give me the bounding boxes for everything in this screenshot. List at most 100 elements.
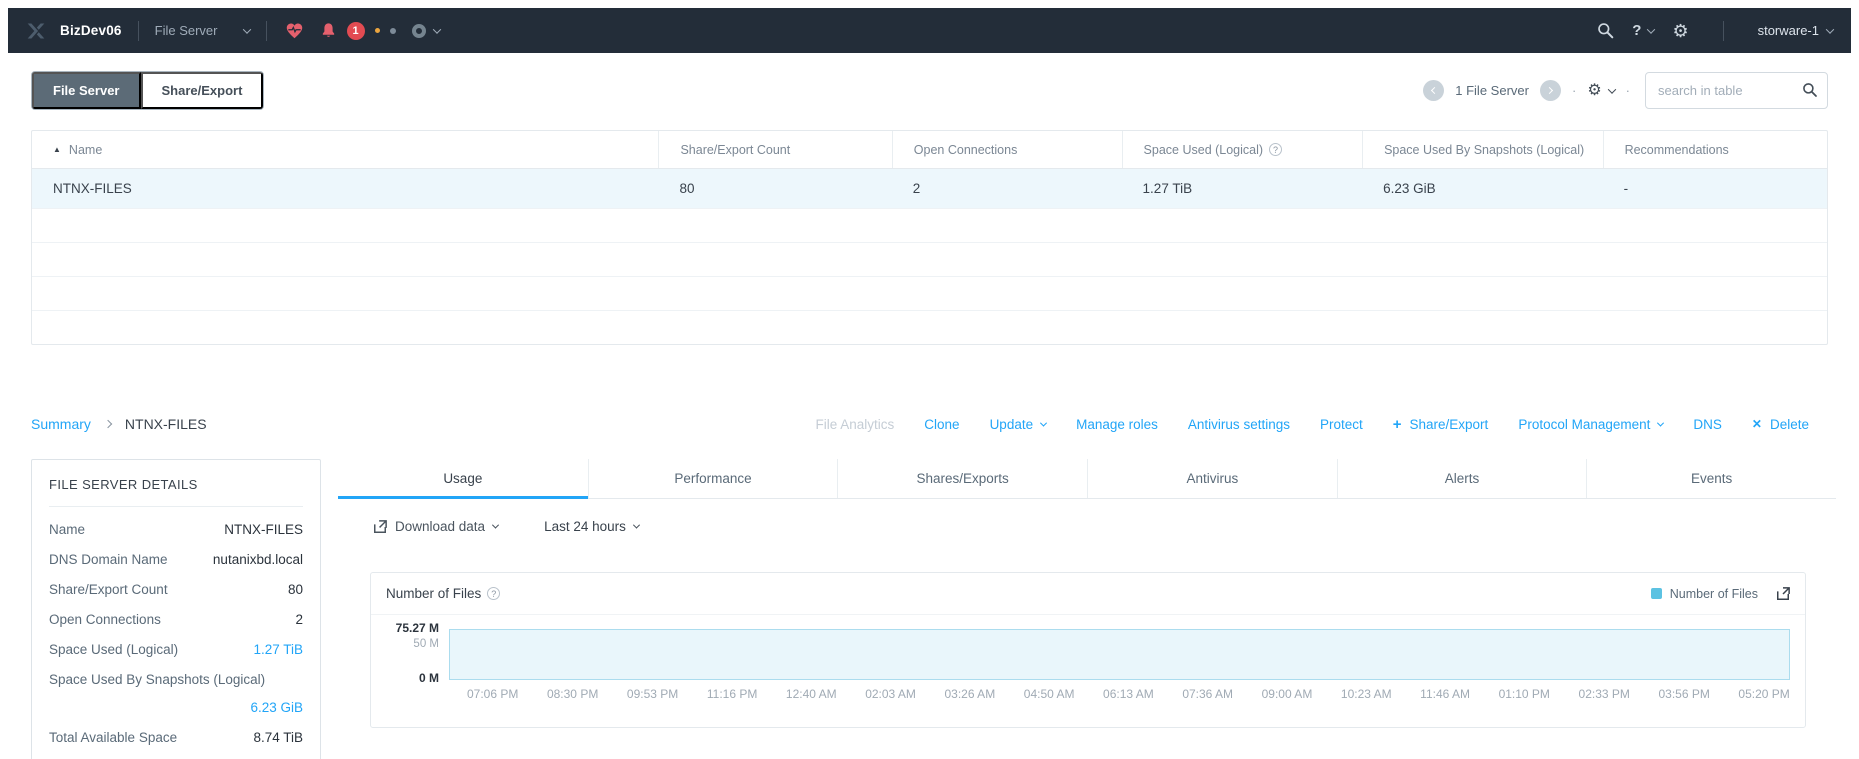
table-settings-menu[interactable]: ⚙ (1587, 81, 1616, 99)
tab-file-server[interactable]: File Server (32, 72, 141, 109)
download-export-icon (374, 519, 387, 533)
column-header-share-export-count[interactable]: Share/Export Count (658, 131, 891, 168)
tab-shares-exports[interactable]: Shares/Exports (837, 459, 1087, 498)
detail-section: FILE SERVER DETAILS Name NTNX-FILES DNS … (8, 459, 1851, 759)
table-search (1645, 72, 1828, 109)
top-navbar: BizDev06 File Server 1 ? ⚙ storware-1 (8, 8, 1851, 53)
snapshot-space-link[interactable]: 6.23 GiB (49, 700, 303, 715)
legend-swatch (1650, 588, 1662, 599)
y-tick-max: 75.27 M (395, 621, 439, 635)
help-menu[interactable]: ? (1632, 22, 1656, 39)
info-dot-icon[interactable] (389, 27, 396, 34)
tab-share-export[interactable]: Share/Export (140, 72, 264, 109)
view-switcher: File Server Share/Export (31, 71, 265, 110)
settings-gear-icon[interactable]: ⚙ (1672, 22, 1688, 40)
search-icon[interactable] (1597, 22, 1614, 39)
cell-space-used: 1.27 TiB (1142, 181, 1193, 196)
entity-menu[interactable]: File Server (154, 23, 251, 38)
chevron-down-icon (632, 521, 640, 529)
cell-share-export-count: 80 (679, 181, 695, 196)
help-icon: ? (1269, 143, 1283, 156)
column-header-recommendations[interactable]: Recommendations (1602, 131, 1827, 168)
alert-count-badge[interactable]: 1 (346, 21, 365, 40)
empty-table-row (32, 276, 1827, 310)
chart-plot-area[interactable] (449, 627, 1790, 680)
action-file-analytics[interactable]: File Analytics (816, 417, 895, 432)
entity-count: 1 File Server (1455, 83, 1529, 98)
chevron-down-icon (1647, 24, 1656, 34)
x-tick: 03:56 PM (1658, 687, 1710, 701)
list-toolbar: File Server Share/Export 1 File Server ·… (8, 53, 1851, 124)
tasks-menu[interactable] (411, 23, 441, 38)
breadcrumb-summary-link[interactable]: Summary (31, 416, 91, 432)
detail-row-name: Name NTNX-FILES (49, 522, 303, 537)
pagination-next-button[interactable] (1539, 80, 1561, 101)
tab-antivirus[interactable]: Antivirus (1087, 459, 1337, 498)
action-links: File Analytics Clone Update Manage roles… (816, 417, 1810, 432)
tab-alerts[interactable]: Alerts (1336, 459, 1587, 498)
gear-icon: ⚙ (1587, 81, 1602, 99)
column-header-name[interactable]: ▲ Name (32, 131, 658, 168)
expand-chart-icon[interactable] (1776, 586, 1790, 601)
file-server-table: ▲ Name Share/Export Count Open Connectio… (31, 130, 1828, 345)
chart-controls: Download data Last 24 hours (373, 519, 1836, 534)
detail-row-space-used: Space Used (Logical) 1.27 TiB (49, 642, 303, 657)
tab-events[interactable]: Events (1586, 459, 1836, 498)
detail-content: Usage Performance Shares/Exports Antivir… (338, 459, 1836, 728)
area-series-number-of-files (449, 629, 1790, 680)
number-of-files-chart-card: Number of Files ? Number of Files 75.27 … (370, 572, 1806, 728)
navbar-left: BizDev06 File Server 1 (26, 20, 441, 41)
progress-ring-icon (411, 23, 426, 38)
detail-tabs: Usage Performance Shares/Exports Antivir… (338, 459, 1836, 499)
column-header-open-connections[interactable]: Open Connections (891, 131, 1122, 168)
chart-title: Number of Files ? (386, 586, 501, 601)
detail-row-open-connections: Open Connections 2 (49, 612, 303, 627)
tab-usage[interactable]: Usage (338, 459, 588, 499)
health-heart-icon[interactable] (285, 22, 304, 39)
action-antivirus-settings[interactable]: Antivirus settings (1188, 417, 1290, 432)
separator-dot: · (1625, 83, 1630, 98)
legend-label: Number of Files (1669, 586, 1758, 601)
column-header-space-used-snapshots[interactable]: Space Used By Snapshots (Logical) (1362, 131, 1603, 168)
y-tick-zero: 0 M (418, 671, 439, 685)
navbar-status-icons: 1 (285, 21, 441, 40)
x-tick: 01:10 PM (1498, 687, 1550, 701)
search-input[interactable] (1645, 72, 1828, 109)
file-server-details-card: FILE SERVER DETAILS Name NTNX-FILES DNS … (31, 459, 321, 759)
app-window: BizDev06 File Server 1 ? ⚙ storware-1 Fi… (0, 0, 1859, 759)
space-used-link[interactable]: 1.27 TiB (253, 642, 303, 657)
warning-dot-icon[interactable] (374, 28, 380, 33)
chevron-down-icon (432, 24, 441, 34)
alerts-bell-icon[interactable] (320, 22, 337, 39)
x-tick: 11:46 AM (1420, 687, 1470, 701)
help-icon: ? (487, 587, 501, 600)
entity-menu-label: File Server (154, 23, 218, 38)
action-add-share-export[interactable]: + Share/Export (1393, 417, 1489, 432)
cell-space-used-snapshots: 6.23 GiB (1383, 181, 1436, 196)
download-data-dropdown[interactable]: Download data (373, 519, 500, 534)
column-header-space-used[interactable]: Space Used (Logical) ? (1121, 131, 1363, 168)
breadcrumb: Summary NTNX-FILES (31, 416, 207, 432)
nutanix-logo-icon[interactable] (26, 22, 46, 40)
action-manage-roles[interactable]: Manage roles (1076, 417, 1158, 432)
pagination-prev-button[interactable] (1423, 80, 1445, 101)
time-range-dropdown[interactable]: Last 24 hours (544, 519, 640, 534)
action-protocol-management[interactable]: Protocol Management (1518, 417, 1665, 432)
tab-performance[interactable]: Performance (587, 459, 838, 498)
x-axis: 07:06 PM 08:30 PM 09:53 PM 11:16 PM 12:4… (467, 687, 1790, 727)
x-tick: 02:03 AM (865, 687, 916, 701)
table-header-row: ▲ Name Share/Export Count Open Connectio… (32, 131, 1827, 168)
empty-table-row (32, 208, 1827, 242)
action-delete[interactable]: ✕ Delete (1752, 417, 1809, 432)
action-dns[interactable]: DNS (1693, 417, 1722, 432)
detail-row-share-export-count: Share/Export Count 80 (49, 582, 303, 597)
chart-legend: Number of Files (1650, 586, 1758, 601)
action-protect[interactable]: Protect (1320, 417, 1363, 432)
plus-icon: + (1392, 415, 1402, 433)
table-row[interactable]: NTNX-FILES 80 2 1.27 TiB 6.23 GiB - (32, 168, 1827, 208)
action-update[interactable]: Update (990, 417, 1048, 432)
action-clone[interactable]: Clone (924, 417, 959, 432)
chart-plot-region: 75.27 M 50 M 0 M (371, 615, 1805, 685)
x-tick: 04:50 AM (1023, 687, 1075, 701)
user-menu[interactable]: storware-1 (1758, 23, 1835, 38)
